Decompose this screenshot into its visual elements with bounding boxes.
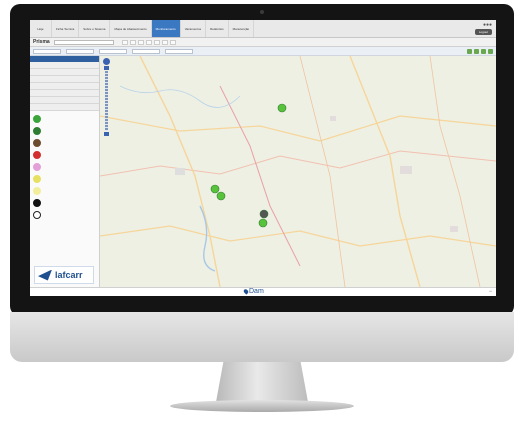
legend-marker-icon (33, 127, 41, 135)
sidebar-item[interactable] (30, 90, 99, 97)
lafcarr-mark-icon (38, 269, 52, 281)
toolbar-title: Prisma (33, 39, 50, 45)
map-marker[interactable] (210, 184, 220, 194)
legend-item (30, 161, 99, 173)
nav-item-monitoramento[interactable]: Monitoramento (151, 20, 181, 37)
map-markers (210, 103, 287, 228)
map-marker[interactable] (216, 191, 226, 201)
lafcarr-logo: lafcarr (34, 266, 94, 284)
legend-marker-icon (33, 115, 41, 123)
map-canvas[interactable] (100, 56, 496, 287)
nav-item-mapa[interactable]: Mapa de Abastecimento (110, 20, 152, 37)
legend-item (30, 137, 99, 149)
legend-item (30, 173, 99, 185)
sidebar-item[interactable] (30, 76, 99, 83)
legend-marker-icon (33, 187, 41, 195)
top-nav: Hoje Ficha Tecnica Sobre o Sistema Mapa … (30, 20, 496, 38)
nav-item-hoje[interactable]: Hoje (30, 20, 52, 37)
toolbar-tabs (121, 39, 176, 45)
footer: Dam ▪▪▪ (30, 287, 496, 296)
header-logo: ●●● (482, 22, 492, 28)
footer-brand: Dam (249, 288, 264, 295)
sidebar: lafcarr (30, 56, 100, 287)
imac-mockup: Hoje Ficha Tecnica Sobre o Sistema Mapa … (0, 0, 524, 421)
legend-item (30, 197, 99, 209)
legend-marker-icon (33, 139, 41, 147)
toolbar-tab[interactable] (121, 39, 128, 45)
nav-item-ficha-tecnica[interactable]: Ficha Tecnica (52, 20, 80, 37)
nav-item-relatorios[interactable]: Relatórios (206, 20, 229, 37)
map-tools (467, 48, 496, 54)
sidebar-item[interactable] (30, 69, 99, 76)
legend-item (30, 185, 99, 197)
toolbar-tab[interactable] (153, 39, 160, 45)
layer-select[interactable] (165, 48, 193, 54)
layer-icon[interactable] (467, 48, 472, 54)
toolbar-tab[interactable] (129, 39, 136, 45)
legend-item (30, 209, 99, 221)
layer-icon[interactable] (474, 48, 479, 54)
toolbar-tab[interactable] (145, 39, 152, 45)
toolbar-tab[interactable] (169, 39, 176, 45)
monitor-base (170, 400, 354, 412)
legend-marker-icon (33, 211, 41, 219)
sidebar-item[interactable] (30, 83, 99, 90)
nav-item-manutencao[interactable]: Manutenção (229, 20, 255, 37)
legend-marker-icon (33, 199, 41, 207)
map-marker[interactable] (277, 103, 287, 113)
map-marker[interactable] (259, 209, 269, 219)
sidebar-item[interactable] (30, 104, 99, 111)
filter-select[interactable] (66, 48, 94, 54)
filter-select[interactable] (132, 48, 160, 54)
layer-icon[interactable] (481, 48, 486, 54)
nav-right: ●●● Logout (474, 20, 496, 37)
camera-icon (260, 10, 264, 14)
sidebar-item[interactable] (30, 62, 99, 69)
sidebar-item[interactable] (30, 97, 99, 104)
map-subtoolbar (30, 47, 496, 56)
app-screen: Hoje Ficha Tecnica Sobre o Sistema Mapa … (30, 20, 496, 296)
monitor-chin (10, 312, 514, 362)
filter-select[interactable] (99, 48, 127, 54)
legend-item (30, 125, 99, 137)
legend-item (30, 113, 99, 125)
legend-marker-icon (33, 175, 41, 183)
search-input[interactable] (53, 39, 114, 45)
toolbar-tab[interactable] (161, 39, 168, 45)
toolbar-tab[interactable] (137, 39, 144, 45)
legend-marker-icon (33, 163, 41, 171)
legend-item (30, 149, 99, 161)
map-marker[interactable] (258, 218, 268, 228)
toolbar: Prisma (30, 38, 496, 47)
monitor-stand (216, 362, 308, 402)
legend-marker-icon (33, 151, 41, 159)
filter-select[interactable] (33, 48, 61, 54)
nav-item-vazamentos[interactable]: Vazamentos (181, 20, 207, 37)
footer-version: ▪▪▪ (489, 290, 492, 293)
logout-button[interactable]: Logout (474, 29, 492, 35)
nav-item-sobre[interactable]: Sobre o Sistema (79, 20, 111, 37)
footer-logo: Dam (242, 288, 264, 295)
layer-icon[interactable] (488, 48, 493, 54)
map-legend (30, 113, 99, 221)
lafcarr-wordmark: lafcarr (55, 270, 83, 280)
